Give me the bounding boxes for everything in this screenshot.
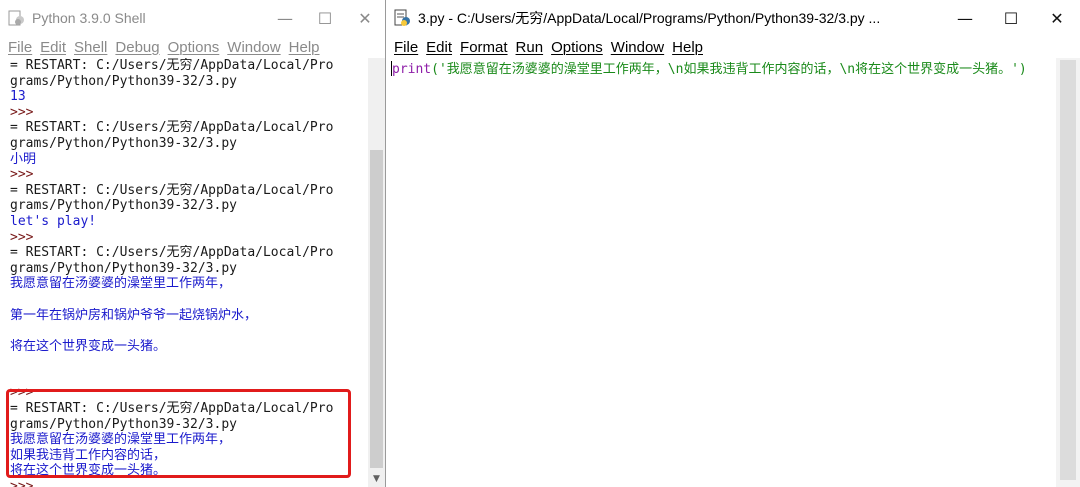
editor-menubar: File Edit Format Run Options Window Help: [386, 36, 1080, 58]
menu-file[interactable]: File: [8, 39, 32, 56]
restart-line: = RESTART: C:/Users/无穷/AppData/Local/Pro: [10, 245, 334, 261]
python-icon: [8, 9, 26, 27]
menu-shell[interactable]: Shell: [74, 39, 107, 56]
menu-format[interactable]: Format: [460, 39, 508, 56]
maximize-button[interactable]: ☐: [988, 0, 1034, 36]
restart-line: grams/Python/Python39-32/3.py: [10, 198, 237, 214]
menu-window[interactable]: Window: [227, 39, 280, 56]
restart-line: grams/Python/Python39-32/3.py: [10, 73, 237, 89]
shell-prompt: >>>: [10, 167, 34, 183]
output-line: 小明: [10, 151, 37, 167]
editor-scroll-thumb[interactable]: [1060, 60, 1076, 480]
menu-options[interactable]: Options: [551, 39, 603, 56]
shell-prompt: >>>: [10, 479, 34, 487]
menu-file[interactable]: File: [394, 39, 418, 56]
shell-titlebar[interactable]: Python 3.9.0 Shell — ☐ ✕: [0, 0, 385, 36]
restart-line: = RESTART: C:/Users/无穷/AppData/Local/Pro: [10, 58, 334, 73]
shell-menubar: File Edit Shell Debug Options Window Hel…: [0, 36, 385, 58]
shell-title: Python 3.9.0 Shell: [32, 10, 146, 26]
menu-edit[interactable]: Edit: [426, 39, 452, 56]
minimize-button[interactable]: —: [942, 0, 988, 36]
menu-options[interactable]: Options: [168, 39, 220, 56]
editor-window: 3.py - C:/Users/无穷/AppData/Local/Program…: [386, 0, 1080, 487]
red-highlight-box: [6, 389, 351, 478]
menu-help[interactable]: Help: [672, 39, 703, 56]
code-editor[interactable]: print('我愿意留在汤婆婆的澡堂里工作两年，\n如果我违背工作内容的话，\n…: [386, 58, 1056, 487]
output-line: let's play!: [10, 213, 97, 229]
editor-titlebar[interactable]: 3.py - C:/Users/无穷/AppData/Local/Program…: [386, 0, 1080, 36]
code-keyword: print: [392, 62, 432, 77]
restart-line: = RESTART: C:/Users/无穷/AppData/Local/Pro: [10, 182, 334, 198]
menu-run[interactable]: Run: [516, 39, 544, 56]
code-line: print('我愿意留在汤婆婆的澡堂里工作两年，\n如果我违背工作内容的话，\n…: [391, 61, 1056, 78]
menu-window[interactable]: Window: [611, 39, 664, 56]
output-line: 将在这个世界变成一头猪。: [10, 338, 167, 354]
restart-line: = RESTART: C:/Users/无穷/AppData/Local/Pro: [10, 120, 334, 136]
close-button[interactable]: ✕: [1034, 0, 1080, 36]
python-file-icon: [394, 9, 412, 27]
restart-line: grams/Python/Python39-32/3.py: [10, 135, 237, 151]
output-line: 13: [10, 89, 26, 105]
editor-title: 3.py - C:/Users/无穷/AppData/Local/Program…: [418, 10, 881, 26]
maximize-button[interactable]: ☐: [305, 0, 345, 36]
menu-debug[interactable]: Debug: [115, 39, 159, 56]
menu-help[interactable]: Help: [289, 39, 320, 56]
close-button[interactable]: ✕: [345, 0, 385, 36]
shell-prompt: >>>: [10, 104, 34, 120]
menu-edit[interactable]: Edit: [40, 39, 66, 56]
scroll-down-icon[interactable]: ▼: [368, 470, 385, 487]
shell-scroll-thumb[interactable]: [370, 150, 383, 468]
code-string: ('我愿意留在汤婆婆的澡堂里工作两年，\n如果我违背工作内容的话，\n将在这个世…: [431, 62, 1027, 77]
shell-prompt: >>>: [10, 229, 34, 245]
output-line: 第一年在锅炉房和锅炉爷爷一起烧锅炉水，: [10, 307, 258, 323]
shell-window: Python 3.9.0 Shell — ☐ ✕ File Edit Shell…: [0, 0, 385, 487]
minimize-button[interactable]: —: [265, 0, 305, 36]
restart-line: grams/Python/Python39-32/3.py: [10, 260, 237, 276]
output-line: 我愿意留在汤婆婆的澡堂里工作两年，: [10, 276, 232, 292]
